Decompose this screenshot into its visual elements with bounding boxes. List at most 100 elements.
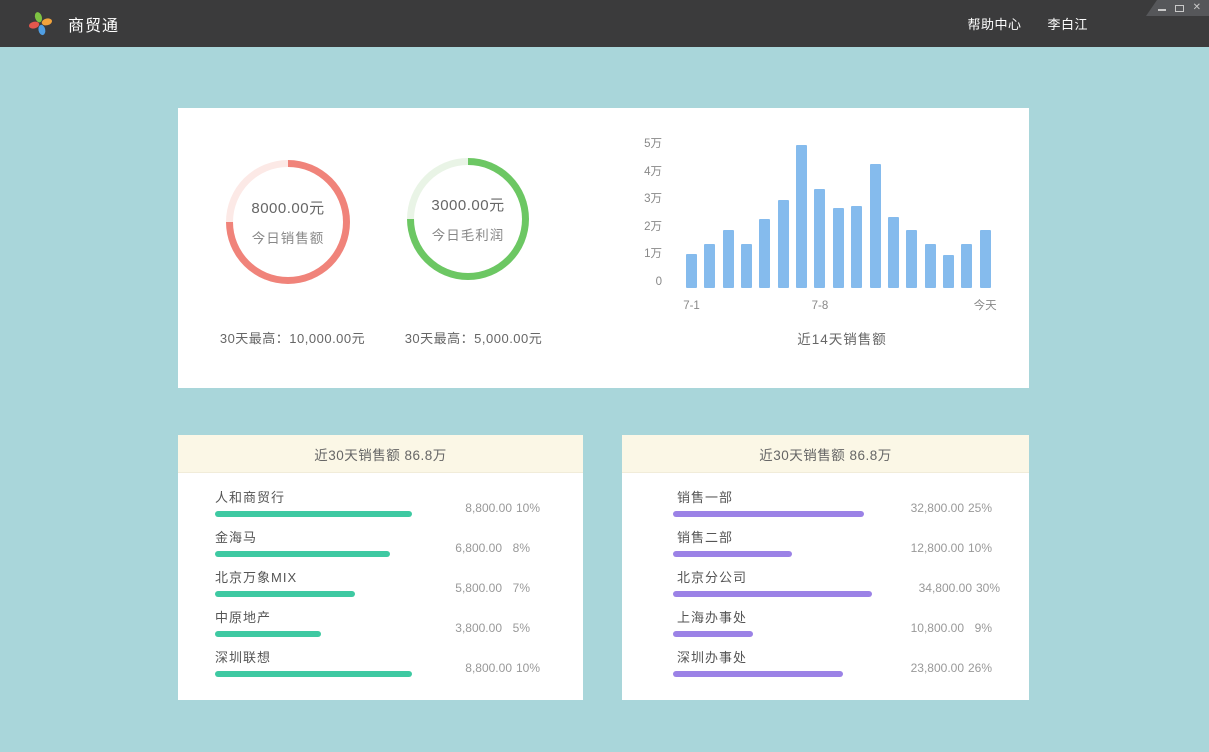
customer-sales-ranking-card: 近30天销售额 86.8万 人和商贸行8,800.0010%金海马6,800.0… (178, 435, 583, 700)
rank-item-amount: 5,800.00 (402, 581, 502, 596)
bar (814, 189, 825, 288)
rank-item-amount: 32,800.00 (864, 501, 964, 516)
rank-item-bar (673, 511, 864, 517)
rank-item-amount: 6,800.00 (402, 541, 502, 556)
y-tick-label: 2万 (630, 222, 662, 233)
profit-30day-max: 30天最高：5,000.00元 (387, 328, 560, 347)
rank-item-percent: 30% (972, 581, 1000, 596)
bar (961, 244, 972, 288)
list-item: 北京分公司34,800.0030% (677, 570, 992, 597)
bar (704, 244, 715, 288)
today-profit-value: 3000.00元 (431, 194, 504, 215)
today-summary-card: 8000.00元 今日销售额 30天最高：10,000.00元 3000.00元… (178, 108, 1029, 388)
today-profit-donut: 3000.00元 今日毛利润 (407, 158, 529, 280)
rank-item-percent: 26% (964, 661, 992, 676)
bar (686, 254, 697, 288)
bar (925, 244, 936, 288)
customer-ranking-header: 近30天销售额 86.8万 (178, 435, 583, 473)
rank-item-percent: 25% (964, 501, 992, 516)
rank-item-name: 销售二部 (677, 530, 864, 546)
rank-item-bar (673, 671, 843, 677)
rank-item-bar (673, 631, 753, 637)
rank-item-name: 深圳办事处 (677, 650, 864, 666)
department-sales-ranking-card: 近30天销售额 86.8万 销售一部32,800.0025% 销售二部12,800… (622, 435, 1029, 700)
close-icon: ✕ (1193, 3, 1201, 13)
y-tick-label: 3万 (630, 194, 662, 205)
rank-item-bar (215, 591, 355, 597)
rank-item-amount: 8,800.00 (412, 501, 512, 516)
list-item: 金海马6,800.008% (215, 530, 530, 557)
titlebar-menu: 帮助中心 李白江 (967, 0, 1088, 47)
rank-item-percent: 10% (512, 661, 540, 676)
rank-item-percent: 5% (502, 621, 530, 636)
sales-30day-max: 30天最高：10,000.00元 (206, 328, 379, 347)
bar (778, 200, 789, 288)
x-tick-label: 7-8 (795, 300, 845, 312)
list-item: 深圳办事处23,800.0026% (677, 650, 992, 677)
rank-item-amount: 10,800.00 (864, 621, 964, 636)
bar (759, 219, 770, 288)
today-sales-donut-center: 8000.00元 今日销售额 (233, 167, 343, 277)
rank-item-name: 中原地产 (215, 610, 402, 626)
bar-plot (686, 108, 998, 288)
rank-item-name: 上海办事处 (677, 610, 864, 626)
bar (833, 208, 844, 288)
today-profit-donut-center: 3000.00元 今日毛利润 (414, 165, 522, 273)
window-controls: ✕ (1146, 0, 1209, 16)
bar-chart-title: 近14天销售额 (686, 328, 998, 348)
rank-item-percent: 8% (502, 541, 530, 556)
rank-item-name: 销售一部 (677, 490, 864, 506)
rank-item-name: 北京分公司 (677, 570, 872, 586)
list-item: 北京万象MIX5,800.007% (215, 570, 530, 597)
close-button[interactable]: ✕ (1193, 2, 1201, 14)
list-item: 人和商贸行8,800.0010% (215, 490, 530, 517)
rank-item-name: 北京万象MIX (215, 570, 402, 586)
y-tick-label: 4万 (630, 167, 662, 178)
department-ranking-header: 近30天销售额 86.8万 (622, 435, 1029, 473)
today-sales-label: 今日销售额 (252, 227, 325, 247)
y-axis: 0 1万 2万 3万 4万 5万 (630, 108, 662, 298)
today-sales-donut: 8000.00元 今日销售额 (226, 160, 350, 284)
rank-item-amount: 34,800.00 (872, 581, 972, 596)
bar (906, 230, 917, 288)
rank-item-amount: 12,800.00 (864, 541, 964, 556)
rank-item-bar (215, 671, 412, 677)
x-axis: 7-17-8今天 (686, 300, 998, 314)
y-tick-label: 0 (630, 277, 662, 288)
rank-item-percent: 9% (964, 621, 992, 636)
user-name-link[interactable]: 李白江 (1047, 14, 1088, 33)
y-tick-label: 1万 (630, 249, 662, 260)
rank-item-bar (673, 551, 792, 557)
help-center-link[interactable]: 帮助中心 (967, 14, 1021, 33)
rank-item-amount: 8,800.00 (412, 661, 512, 676)
y-tick-label: 5万 (630, 139, 662, 150)
rank-item-bar (215, 631, 321, 637)
bar (741, 244, 752, 288)
minimize-icon (1158, 9, 1166, 11)
rank-item-percent: 7% (502, 581, 530, 596)
rank-item-name: 金海马 (215, 530, 402, 546)
rank-item-bar (215, 551, 390, 557)
rank-item-bar (215, 511, 412, 517)
list-item: 销售二部12,800.0010% (677, 530, 992, 557)
app-logo-pinwheel-icon (27, 10, 54, 37)
x-tick-label: 7-1 (667, 300, 717, 312)
bar (888, 217, 899, 289)
minimize-button[interactable] (1158, 2, 1166, 14)
rank-item-amount: 3,800.00 (402, 621, 502, 636)
maximize-icon (1175, 5, 1184, 12)
list-item: 上海办事处10,800.009% (677, 610, 992, 637)
customer-ranking-list: 人和商贸行8,800.0010% 金海马6,800.008% 北京万象MIX5,80… (215, 490, 530, 690)
rank-item-bar (673, 591, 872, 597)
rank-item-name: 深圳联想 (215, 650, 412, 666)
maximize-button[interactable] (1175, 2, 1184, 14)
rank-item-name: 人和商贸行 (215, 490, 412, 506)
list-item: 深圳联想8,800.0010% (215, 650, 530, 677)
department-ranking-list: 销售一部32,800.0025% 销售二部12,800.0010% 北京分公司34,… (677, 490, 992, 690)
rank-item-percent: 10% (512, 501, 540, 516)
bar (723, 230, 734, 288)
titlebar: 商贸通 帮助中心 李白江 ✕ (0, 0, 1209, 47)
bar (796, 145, 807, 288)
bar (851, 206, 862, 289)
bar (870, 164, 881, 288)
